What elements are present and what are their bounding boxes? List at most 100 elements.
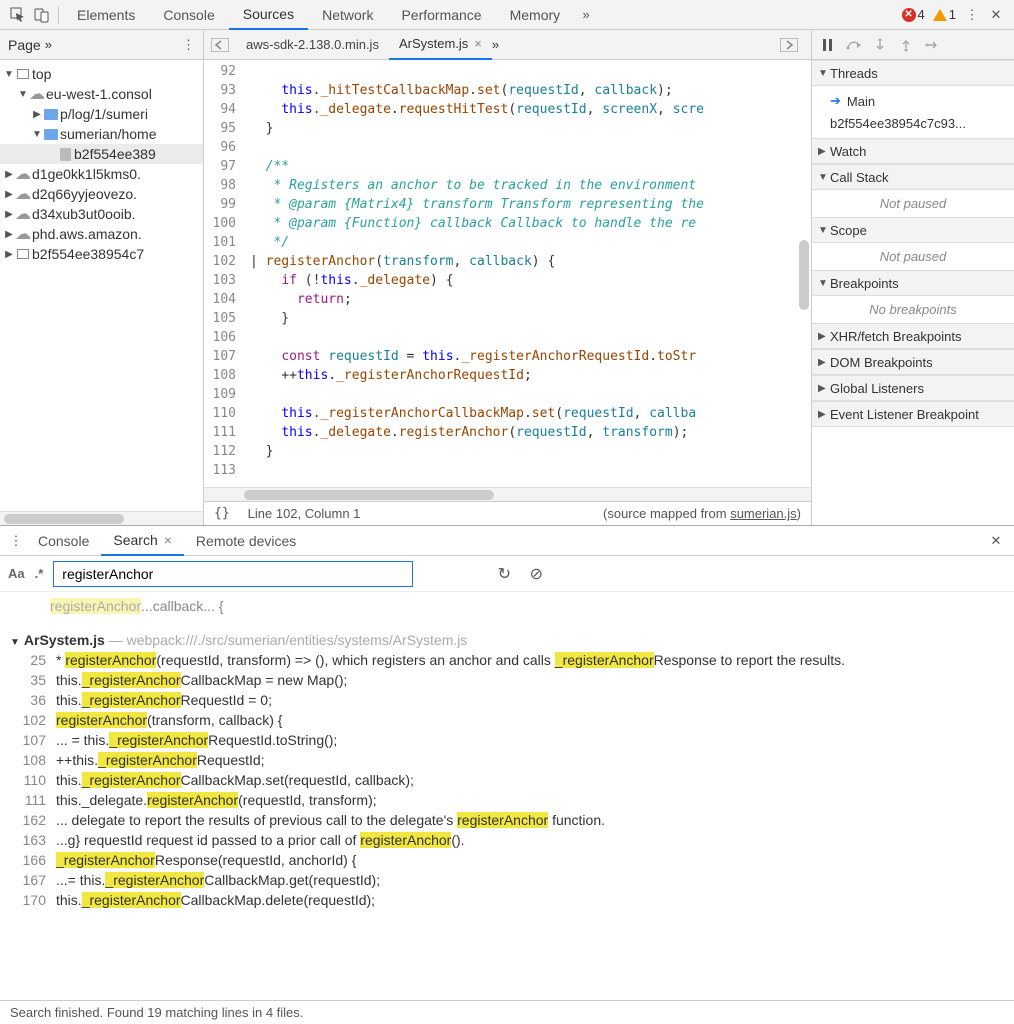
editor-tab[interactable]: aws-sdk-2.138.0.min.js: [236, 30, 389, 60]
tree-item[interactable]: ▼☁eu-west-1.consol: [0, 84, 203, 104]
editor-tab[interactable]: ArSystem.js×: [389, 30, 492, 60]
inspect-icon[interactable]: [6, 3, 30, 27]
more-navigator-icon[interactable]: »: [45, 37, 52, 52]
pause-icon[interactable]: [816, 33, 840, 57]
folder-icon: [42, 109, 60, 120]
search-result-line[interactable]: 111this._delegate.registerAnchor(request…: [10, 790, 1004, 810]
tab-elements[interactable]: Elements: [63, 0, 149, 30]
editor-panel: aws-sdk-2.138.0.min.jsArSystem.js× » 929…: [204, 30, 811, 525]
xhr-breakpoints-section[interactable]: ▶XHR/fetch Breakpoints: [812, 323, 1014, 349]
editor-vscroll[interactable]: [799, 240, 809, 310]
window-icon: [14, 69, 32, 79]
tab-console[interactable]: Console: [149, 0, 228, 30]
nav-forward-icon[interactable]: [777, 33, 801, 57]
search-footer: Search finished. Found 19 matching lines…: [0, 1000, 1014, 1024]
more-tabs-icon[interactable]: »: [574, 3, 598, 27]
result-file-header[interactable]: ▼ArSystem.js — webpack:///./src/sumerian…: [10, 632, 1004, 648]
tab-network[interactable]: Network: [308, 0, 387, 30]
error-badge[interactable]: ✕4: [898, 7, 929, 22]
drawer-tabs: ⋮ ConsoleSearch×Remote devices ✕: [0, 526, 1014, 556]
tree-item[interactable]: ▶☁phd.aws.amazon.: [0, 224, 203, 244]
step-out-icon[interactable]: [894, 33, 918, 57]
tree-item[interactable]: ▶p/log/1/sumeri: [0, 104, 203, 124]
search-result-line[interactable]: 102registerAnchor(transform, callback) {: [10, 710, 1004, 730]
dom-breakpoints-section[interactable]: ▶DOM Breakpoints: [812, 349, 1014, 375]
debugger-panel: ▼Threads ➔Main b2f554ee38954c7c93... ▶Wa…: [811, 30, 1014, 525]
search-result-line[interactable]: 162... delegate to report the results of…: [10, 810, 1004, 830]
cloud-icon: ☁: [28, 84, 46, 104]
threads-section[interactable]: ▼Threads: [812, 60, 1014, 86]
step-into-icon[interactable]: [868, 33, 892, 57]
global-listeners-section[interactable]: ▶Global Listeners: [812, 375, 1014, 401]
scope-section[interactable]: ▼Scope: [812, 217, 1014, 243]
more-editor-tabs-icon[interactable]: »: [492, 37, 499, 52]
drawer-menu-icon[interactable]: ⋮: [6, 533, 26, 549]
device-toggle-icon[interactable]: [30, 3, 54, 27]
search-result-line[interactable]: 35this._registerAnchorCallbackMap = new …: [10, 670, 1004, 690]
search-input[interactable]: [53, 561, 413, 587]
tab-performance[interactable]: Performance: [387, 0, 495, 30]
step-over-icon[interactable]: [842, 33, 866, 57]
close-tab-icon[interactable]: ×: [164, 532, 172, 548]
search-result-line[interactable]: 36this._registerAnchorRequestId = 0;: [10, 690, 1004, 710]
search-bar: Aa .* ↻ ⊘: [0, 556, 1014, 592]
search-result-line[interactable]: 108++this._registerAnchorRequestId;: [10, 750, 1004, 770]
drawer-tab-console[interactable]: Console: [26, 526, 101, 556]
tree-item[interactable]: ▼sumerian/home: [0, 124, 203, 144]
regex-icon[interactable]: .*: [35, 566, 44, 581]
main-toolbar: ElementsConsoleSourcesNetworkPerformance…: [0, 0, 1014, 30]
watch-section[interactable]: ▶Watch: [812, 138, 1014, 164]
navigator-hscroll[interactable]: [0, 511, 203, 525]
refresh-search-icon[interactable]: ↻: [493, 564, 515, 584]
tree-item[interactable]: ▶☁d2q66yyjeovezo.: [0, 184, 203, 204]
threads-body: ➔Main b2f554ee38954c7c93...: [812, 86, 1014, 138]
tree-label: p/log/1/sumeri: [60, 106, 148, 122]
code[interactable]: this._hitTestCallbackMap.set(requestId, …: [242, 60, 811, 487]
tree-label: phd.aws.amazon.: [32, 226, 142, 242]
search-result-line[interactable]: 167...= this._registerAnchorCallbackMap.…: [10, 870, 1004, 890]
search-result-line[interactable]: 107... = this._registerAnchorRequestId.t…: [10, 730, 1004, 750]
navigator-menu-icon[interactable]: ⋮: [182, 37, 195, 53]
tree-label: sumerian/home: [60, 126, 157, 142]
breakpoints-section[interactable]: ▼Breakpoints: [812, 270, 1014, 296]
search-result-line[interactable]: 166_registerAnchorResponse(requestId, an…: [10, 850, 1004, 870]
nav-back-icon[interactable]: [208, 33, 232, 57]
code-editor[interactable]: 9293949596979899100101102103104105106107…: [204, 60, 811, 487]
thread-worker[interactable]: b2f554ee38954c7c93...: [830, 112, 1010, 134]
close-devtools-icon[interactable]: ✕: [984, 3, 1008, 27]
breakpoints-empty: No breakpoints: [812, 296, 1014, 323]
thread-main[interactable]: ➔Main: [830, 90, 1010, 112]
callstack-section[interactable]: ▼Call Stack: [812, 164, 1014, 190]
event-listener-section[interactable]: ▶Event Listener Breakpoint: [812, 401, 1014, 427]
file-tree[interactable]: ▼top▼☁eu-west-1.consol▶p/log/1/sumeri▼su…: [0, 60, 203, 511]
window-icon: [14, 249, 32, 259]
search-result-line[interactable]: 163...g} requestId request id passed to …: [10, 830, 1004, 850]
tree-label: b2f554ee38954c7: [32, 246, 144, 262]
search-result-line[interactable]: 110this._registerAnchorCallbackMap.set(r…: [10, 770, 1004, 790]
tree-item[interactable]: ▶☁d34xub3ut0ooib.: [0, 204, 203, 224]
clear-search-icon[interactable]: ⊘: [525, 564, 547, 584]
search-results[interactable]: registerAnchor...callback... { ▼ArSystem…: [0, 592, 1014, 1000]
warning-badge[interactable]: 1: [929, 7, 960, 22]
tab-memory[interactable]: Memory: [496, 0, 575, 30]
tree-item[interactable]: ▶☁d1ge0kk1l5kms0.: [0, 164, 203, 184]
tab-sources[interactable]: Sources: [229, 0, 308, 30]
result-snippet[interactable]: registerAnchor...callback... {: [10, 596, 1004, 616]
pretty-print-icon[interactable]: {}: [214, 506, 230, 521]
step-icon[interactable]: [920, 33, 944, 57]
gutter: 9293949596979899100101102103104105106107…: [204, 60, 242, 487]
tree-item[interactable]: ▼top: [0, 64, 203, 84]
search-result-line[interactable]: 25* registerAnchor(requestId, transform)…: [10, 650, 1004, 670]
match-case-icon[interactable]: Aa: [8, 566, 25, 581]
tree-item[interactable]: b2f554ee389: [0, 144, 203, 164]
drawer-tab-remote-devices[interactable]: Remote devices: [184, 526, 308, 556]
tree-label: d34xub3ut0ooib.: [32, 206, 136, 222]
tree-item[interactable]: ▶b2f554ee38954c7: [0, 244, 203, 264]
search-result-line[interactable]: 170this._registerAnchorCallbackMap.delet…: [10, 890, 1004, 910]
close-drawer-icon[interactable]: ✕: [984, 533, 1008, 549]
settings-icon[interactable]: ⋮: [960, 3, 984, 27]
editor-hscroll[interactable]: [204, 487, 811, 501]
drawer-tab-search[interactable]: Search×: [101, 526, 184, 556]
source-map-link[interactable]: sumerian.js: [730, 506, 796, 521]
close-tab-icon[interactable]: ×: [474, 36, 482, 51]
